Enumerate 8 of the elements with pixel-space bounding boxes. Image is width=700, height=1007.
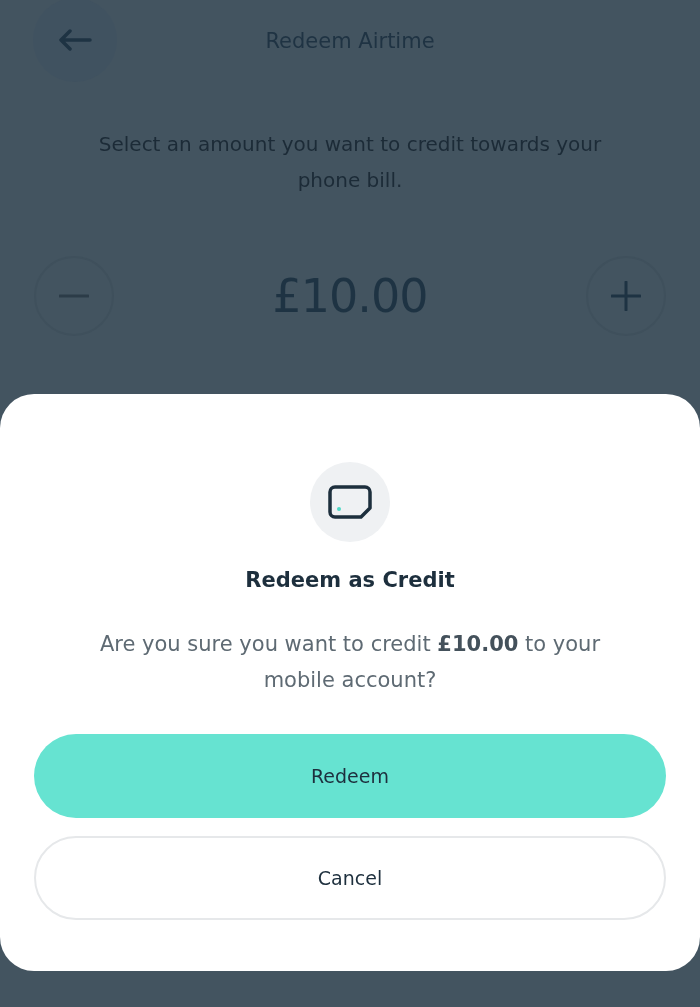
dialog-message: Are you sure you want to credit £10.00 to your mobile account? [98, 631, 602, 694]
dialog-title: Redeem as Credit [245, 568, 455, 592]
confirm-button[interactable]: Redeem [34, 734, 666, 818]
back-arrow-icon [58, 29, 92, 51]
plus-icon [611, 281, 641, 311]
sim-card-icon [328, 485, 372, 519]
cancel-button[interactable]: Cancel [34, 836, 666, 920]
increase-button[interactable] [586, 256, 666, 336]
